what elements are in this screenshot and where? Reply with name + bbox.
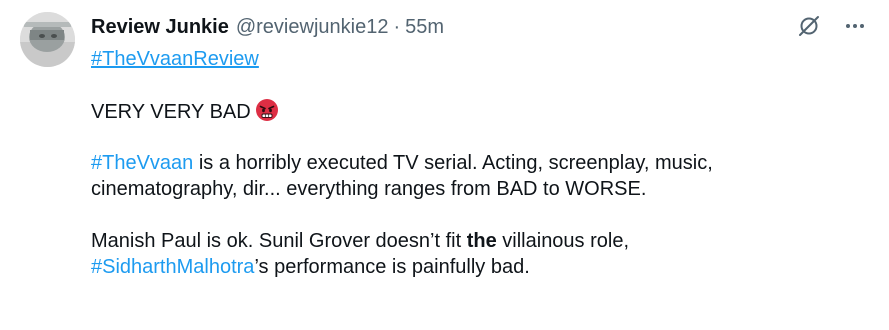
- hashtag-link[interactable]: #TheVvaan: [91, 152, 193, 174]
- hashtag-link[interactable]: #TheVvaanReview: [91, 48, 259, 70]
- tweet-line: VERY VERY BAD: [91, 101, 251, 123]
- timestamp[interactable]: 55m: [405, 13, 444, 41]
- tweet-text: #TheVvaanReview VERY VERY BAD #TheVvaan …: [91, 46, 871, 280]
- tweet-header: Review Junkie @reviewjunkie12 · 55m: [91, 13, 444, 41]
- angry-face-emoji: [255, 98, 279, 122]
- grok-icon[interactable]: [795, 12, 823, 40]
- tweet-line: ’s performance is painfully bad.: [254, 256, 530, 278]
- tweet-card[interactable]: Review Junkie @reviewjunkie12 · 55m #The…: [0, 0, 889, 330]
- separator-dot: ·: [393, 16, 401, 38]
- tweet-actions: [795, 12, 869, 40]
- bold-text: the: [466, 230, 497, 252]
- tweet-line: villainous role,: [496, 230, 630, 252]
- tweet-line: Manish Paul is ok. Sunil Grover doesn’t …: [91, 230, 467, 252]
- avatar[interactable]: [20, 12, 75, 67]
- display-name[interactable]: Review Junkie: [91, 13, 229, 41]
- tweet-line: is a horribly executed TV serial. Acting…: [193, 152, 713, 174]
- tweet-line: cinematography, dir... everything ranges…: [91, 178, 647, 200]
- hashtag-link[interactable]: #SidharthMalhotra: [91, 256, 254, 278]
- more-options-icon[interactable]: [841, 12, 869, 40]
- user-handle[interactable]: @reviewjunkie12: [236, 13, 389, 41]
